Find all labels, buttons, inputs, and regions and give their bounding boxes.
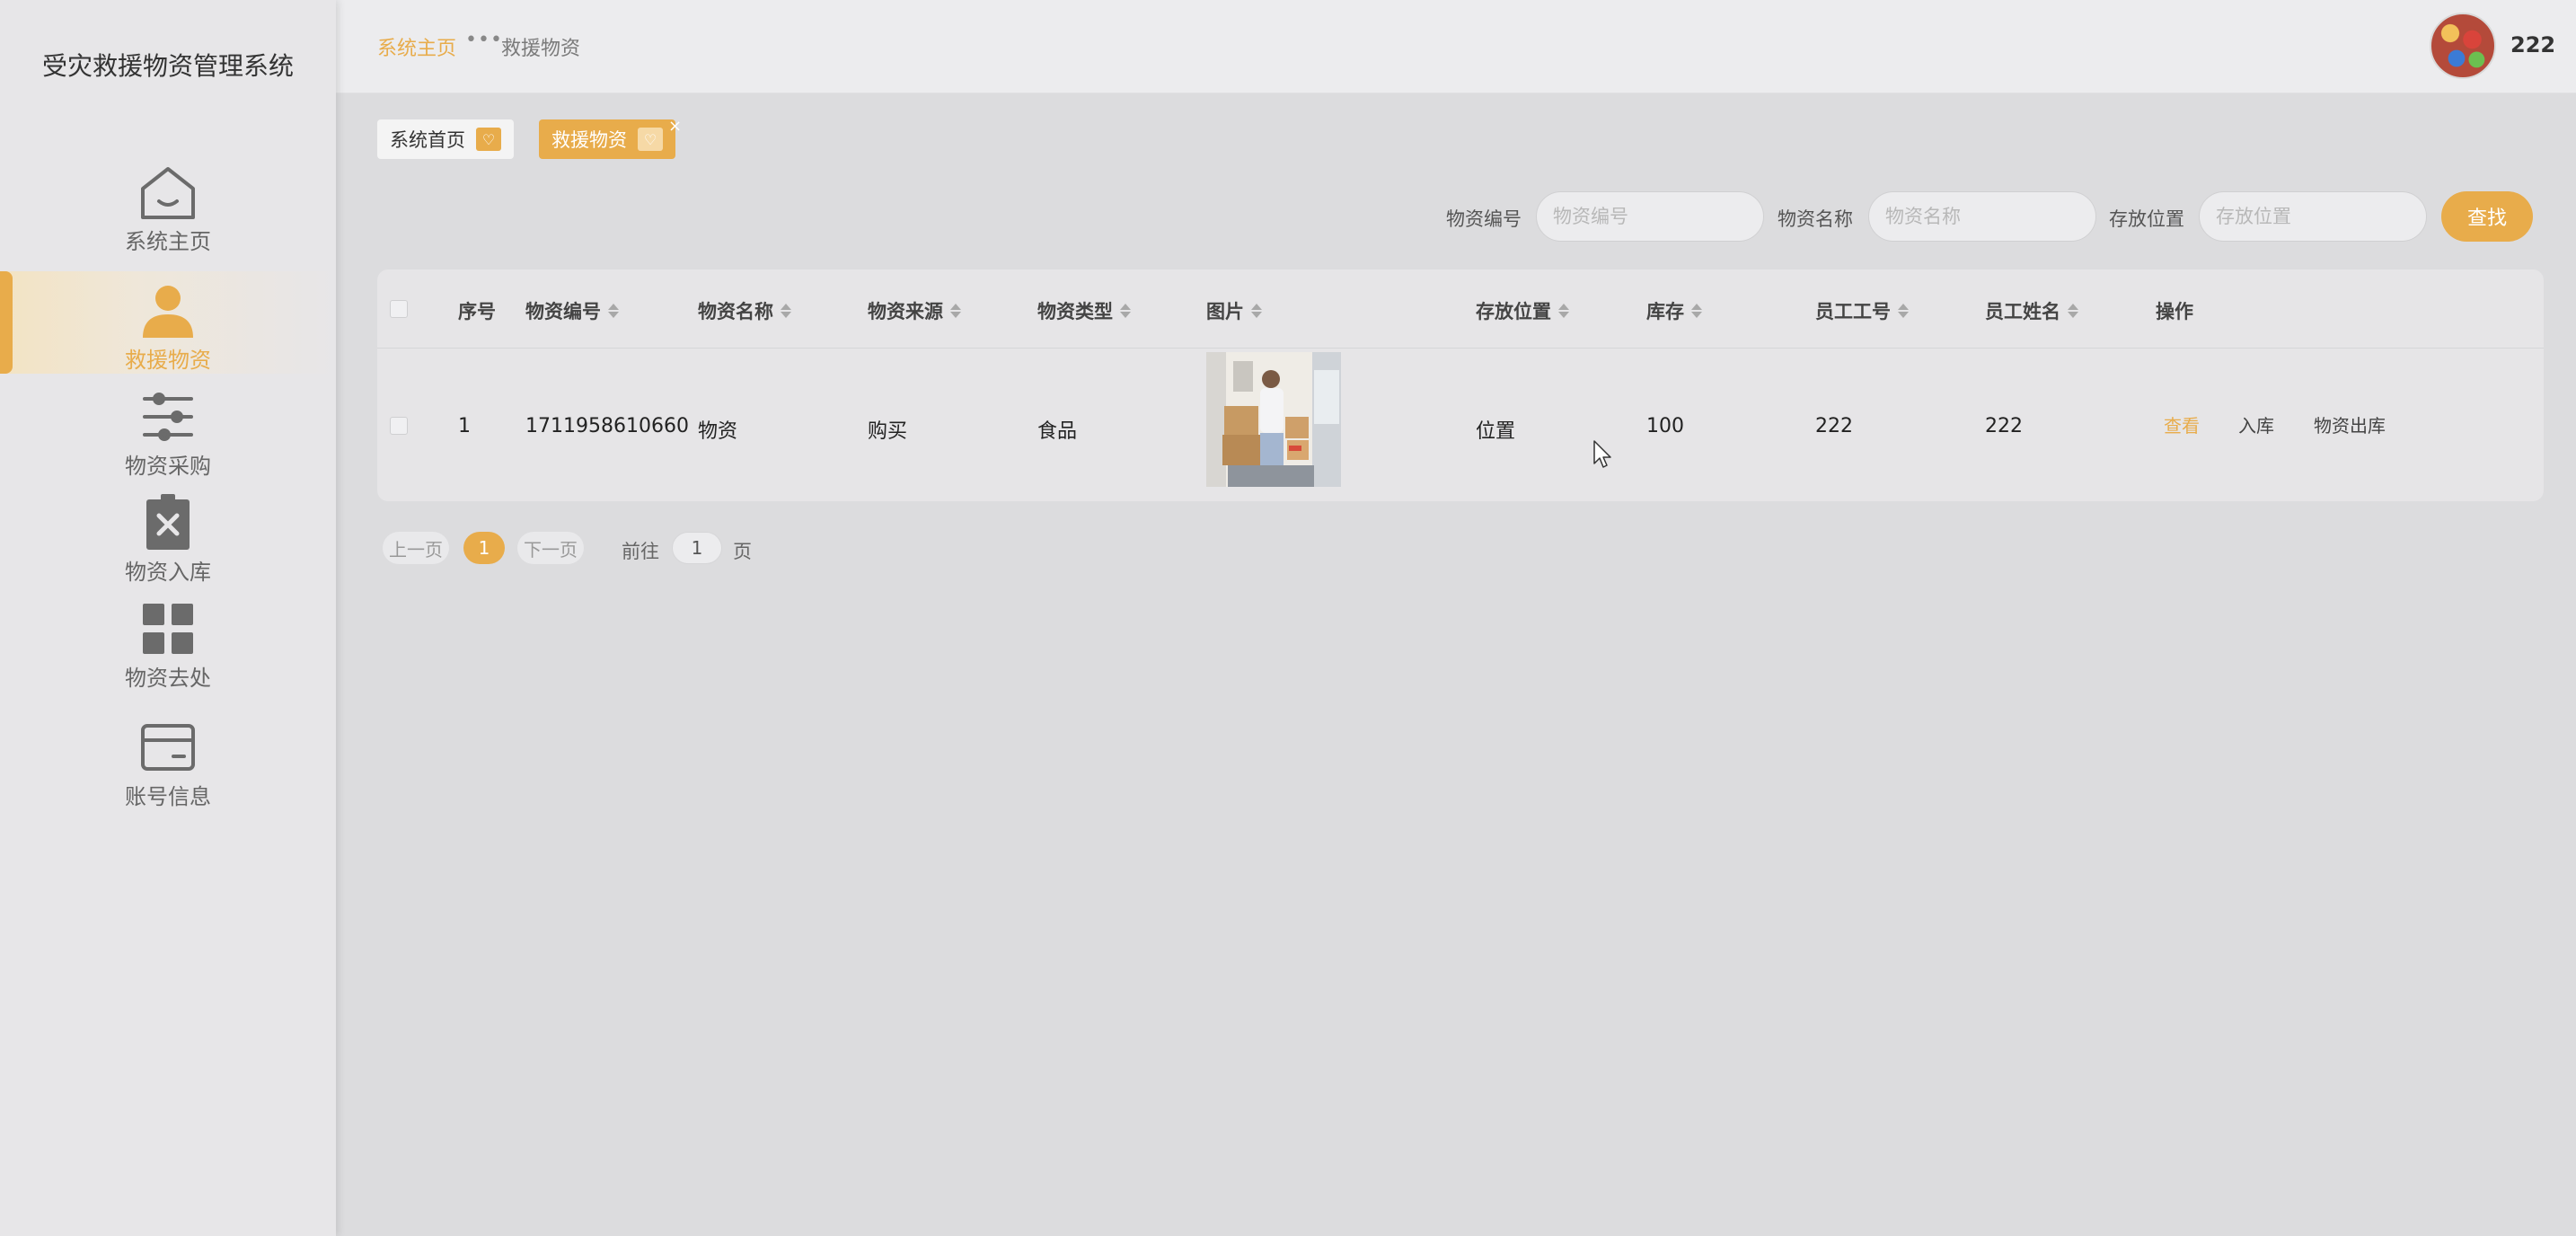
- tag-label: 救援物资: [551, 129, 627, 151]
- home-icon: [136, 160, 200, 225]
- heart-icon: ♡: [638, 128, 663, 151]
- heart-icon: ♡: [476, 128, 501, 151]
- sidebar: 受灾救援物资管理系统 系统主页 救援物资 物资采购 物资入库 物资去处 账号信息: [0, 0, 336, 1236]
- sort-icon[interactable]: [2068, 304, 2078, 318]
- row-checkbox[interactable]: [390, 417, 408, 435]
- column-header-name[interactable]: 物资名称: [698, 297, 791, 324]
- page-number-current[interactable]: 1: [463, 532, 505, 564]
- clipboard-x-icon: [136, 490, 200, 555]
- cell-code: 1711958610660: [525, 415, 689, 437]
- sort-icon[interactable]: [781, 304, 791, 318]
- search-label-name: 物资名称: [1778, 208, 1853, 230]
- sidebar-item-relief-supplies[interactable]: 救援物资: [0, 271, 336, 374]
- cell-index: 1: [458, 415, 471, 437]
- column-header-type[interactable]: 物资类型: [1037, 297, 1131, 324]
- search-button[interactable]: 查找: [2441, 191, 2533, 242]
- breadcrumb-home[interactable]: 系统主页: [377, 32, 456, 61]
- sidebar-item-home[interactable]: 系统主页: [0, 153, 336, 255]
- next-page-button[interactable]: 下一页: [517, 532, 584, 564]
- sidebar-item-label: 物资采购: [125, 454, 211, 479]
- grid-icon: [136, 596, 200, 661]
- sort-icon[interactable]: [1691, 304, 1702, 318]
- column-header-actions: 操作: [2156, 301, 2193, 322]
- search-input-location[interactable]: [2199, 191, 2427, 242]
- username[interactable]: 222: [2510, 32, 2555, 57]
- sort-icon[interactable]: [950, 304, 961, 318]
- column-header-location[interactable]: 存放位置: [1476, 297, 1569, 324]
- breadcrumb-current: 救援物资: [501, 38, 581, 60]
- stock-out-button[interactable]: 物资出库: [2314, 411, 2386, 437]
- cell-emp-no: 222: [1815, 415, 1853, 437]
- sliders-icon: [136, 384, 200, 449]
- column-header-emp-no[interactable]: 员工工号: [1815, 297, 1909, 324]
- tag-label: 系统首页: [390, 129, 465, 151]
- avatar[interactable]: [2430, 13, 2496, 79]
- view-button[interactable]: 查看: [2164, 411, 2200, 437]
- person-icon: [136, 278, 200, 343]
- goto-suffix: 页: [733, 541, 752, 562]
- breadcrumb-separator: •••: [465, 29, 503, 51]
- goto-page-input[interactable]: [672, 532, 722, 564]
- cell-emp-name: 222: [1985, 415, 2023, 437]
- sidebar-item-label: 账号信息: [125, 784, 211, 809]
- goto-label: 前往: [622, 541, 659, 562]
- tag-relief-supplies[interactable]: 救援物资 ♡: [539, 119, 675, 159]
- sort-icon[interactable]: [1120, 304, 1131, 318]
- cell-name: 物资: [698, 420, 738, 443]
- select-all-checkbox[interactable]: [390, 300, 408, 318]
- stock-in-button[interactable]: 入库: [2238, 411, 2274, 437]
- search-input-code[interactable]: [1536, 191, 1764, 242]
- sidebar-item-destination[interactable]: 物资去处: [0, 589, 336, 692]
- cell-type: 食品: [1037, 420, 1078, 443]
- card-icon: [136, 715, 200, 780]
- cell-stock: 100: [1646, 415, 1684, 437]
- supply-photo[interactable]: [1206, 352, 1341, 487]
- search-input-name[interactable]: [1868, 191, 2096, 242]
- column-header-source[interactable]: 物资来源: [868, 297, 961, 324]
- search-label-code: 物资编号: [1446, 208, 1522, 230]
- sort-icon[interactable]: [608, 304, 619, 318]
- prev-page-button[interactable]: 上一页: [383, 532, 449, 564]
- sidebar-item-label: 物资入库: [125, 560, 211, 585]
- sidebar-item-label: 系统主页: [125, 229, 211, 254]
- column-header-image[interactable]: 图片: [1206, 297, 1262, 324]
- cell-location: 位置: [1476, 420, 1516, 443]
- close-icon[interactable]: ×: [668, 117, 682, 136]
- column-header-index: 序号: [458, 301, 496, 322]
- app-title: 受灾救援物资管理系统: [41, 51, 294, 81]
- sidebar-item-account[interactable]: 账号信息: [0, 708, 336, 810]
- sidebar-item-label: 物资去处: [125, 666, 211, 691]
- column-header-code[interactable]: 物资编号: [525, 297, 619, 324]
- sort-icon[interactable]: [1898, 304, 1909, 318]
- search-label-location: 存放位置: [2109, 208, 2184, 230]
- sort-icon[interactable]: [1251, 304, 1262, 318]
- column-header-emp-name[interactable]: 员工姓名: [1985, 297, 2078, 324]
- table-header: 序号 物资编号 物资名称 物资来源 物资类型 图片 存放位置 库存 员工工号 员…: [377, 269, 2544, 349]
- mouse-cursor-icon: [1593, 440, 1611, 468]
- tag-home[interactable]: 系统首页 ♡: [377, 119, 514, 159]
- column-header-stock[interactable]: 库存: [1646, 297, 1702, 324]
- sort-icon[interactable]: [1558, 304, 1569, 318]
- sidebar-item-label: 救援物资: [125, 348, 211, 373]
- cell-source: 购买: [868, 420, 908, 443]
- sidebar-item-procurement[interactable]: 物资采购: [0, 377, 336, 480]
- data-table: 序号 物资编号 物资名称 物资来源 物资类型 图片 存放位置 库存 员工工号 员…: [377, 269, 2544, 501]
- topbar: 系统主页 ••• 救援物资: [336, 0, 2576, 93]
- sidebar-item-stock-in[interactable]: 物资入库: [0, 483, 336, 586]
